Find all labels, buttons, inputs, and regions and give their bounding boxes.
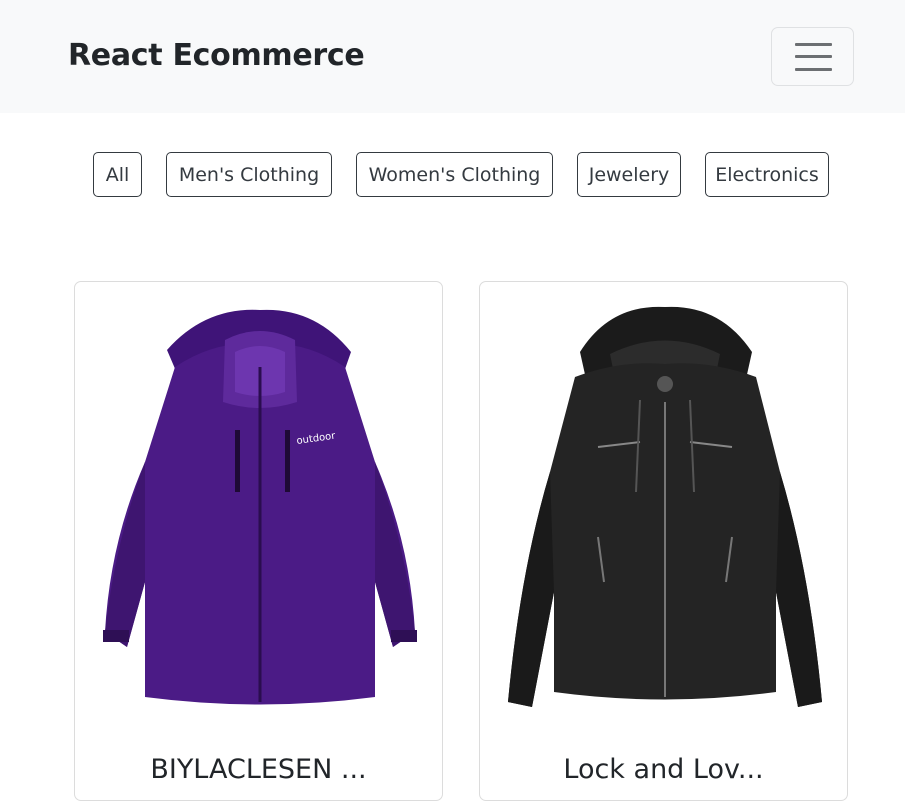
purple-jacket-image: outdoor (103, 309, 417, 705)
black-leather-jacket-image (508, 306, 822, 707)
filter-womens-clothing-button[interactable]: Women's Clothing (356, 152, 553, 197)
product-card[interactable]: Lock and Lov... (479, 281, 848, 801)
brand-title[interactable]: React Ecommerce (68, 38, 365, 73)
product-card[interactable]: outdoor BIYLACLESEN ... (74, 281, 443, 801)
product-title[interactable]: Lock and Lov... (480, 754, 847, 785)
filter-mens-clothing-button[interactable]: Men's Clothing (166, 152, 332, 197)
navbar: React Ecommerce (0, 0, 905, 113)
filter-all-button[interactable]: All (93, 152, 142, 197)
navbar-toggler-button[interactable] (771, 27, 854, 86)
product-title[interactable]: BIYLACLESEN ... (75, 754, 442, 785)
filter-electronics-button[interactable]: Electronics (705, 152, 829, 197)
hamburger-menu-icon (795, 43, 832, 71)
category-filters: All Men's Clothing Women's Clothing Jewe… (0, 152, 905, 197)
filter-jewelery-button[interactable]: Jewelery (577, 152, 681, 197)
